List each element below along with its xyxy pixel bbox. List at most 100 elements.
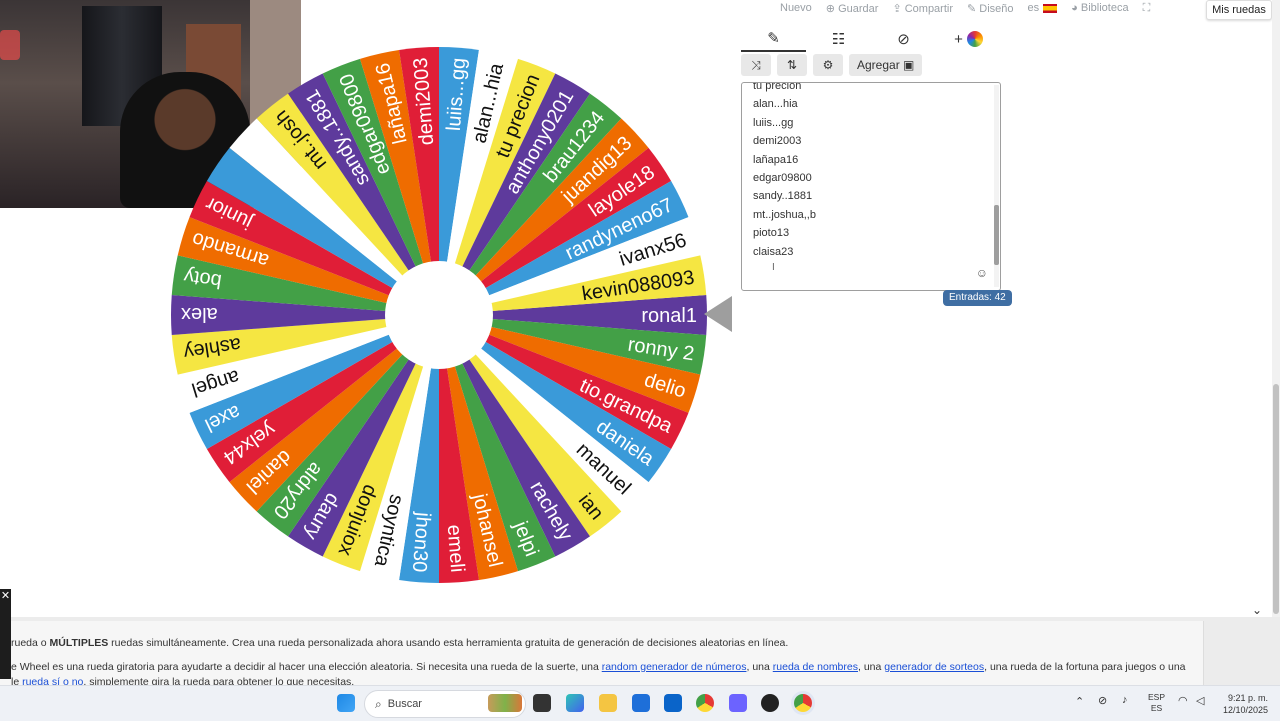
line1-rest: ruedas simultáneamente. Crea una rueda p…: [108, 637, 789, 649]
textarea-scrollbar[interactable]: [994, 85, 999, 287]
settings-button[interactable]: ⚙: [813, 54, 843, 76]
sort-button[interactable]: ⇅: [777, 54, 807, 76]
text-cursor-icon: I: [772, 262, 775, 273]
nav-share[interactable]: ⇪ Compartir: [892, 2, 953, 15]
sort-icon: ⇅: [786, 58, 798, 72]
nav-library[interactable]: ◕ Biblioteca: [1071, 2, 1128, 14]
nav-language[interactable]: es: [1028, 2, 1058, 14]
link-name-wheel[interactable]: rueda de nombres: [773, 661, 858, 673]
pencil-icon: ✎: [767, 30, 780, 47]
nav-library-label: Biblioteca: [1080, 2, 1129, 14]
top-nav: Nuevo ⊕ Guardar ⇪ Compartir ✎ Diseño es …: [780, 0, 1150, 16]
entry-line[interactable]: tu precion: [742, 83, 816, 95]
copilot-icon[interactable]: [566, 694, 584, 712]
tab-hide[interactable]: ⊘: [871, 26, 936, 52]
line1-prefix: rueda o: [11, 637, 50, 649]
description-card: rueda o MÚLTIPLES ruedas simultáneamente…: [0, 621, 1204, 688]
line1-bold: MÚLTIPLES: [49, 637, 109, 649]
textarea-scroll-thumb[interactable]: [994, 205, 999, 265]
entry-line[interactable]: luiis...gg: [742, 114, 816, 132]
clipboard-icon: ☷: [831, 31, 846, 48]
entries-list: tu precion alan...hia luiis...gg demi2003 la…: [742, 83, 816, 261]
close-icon: ✕: [0, 590, 11, 602]
description-section: rueda o MÚLTIPLES ruedas simultáneamente…: [0, 617, 1280, 688]
neon-light: [0, 30, 20, 60]
line2-a: e Wheel es una rueda giratoria para ayud…: [11, 661, 602, 673]
speaker-icon[interactable]: ◁: [1196, 694, 1204, 707]
lang-line2: ES: [1150, 703, 1163, 713]
tab-add-wheel[interactable]: +: [936, 26, 1001, 52]
nav-save-label: Guardar: [838, 2, 879, 15]
obs-icon[interactable]: [761, 694, 779, 712]
wheel-center[interactable]: [385, 261, 493, 369]
outlook-icon[interactable]: [664, 694, 682, 712]
color-wheel-icon: [966, 31, 983, 47]
wheel-segment-label: alex: [181, 303, 218, 325]
nav-new[interactable]: Nuevo: [780, 2, 812, 14]
link-number-generator[interactable]: random generador de números: [602, 661, 747, 673]
eye-slash-icon: ⊘: [897, 31, 910, 48]
entry-line[interactable]: alan...hia: [742, 95, 816, 113]
nav-save[interactable]: ⊕ Guardar: [826, 2, 879, 15]
task-view-icon[interactable]: [533, 694, 551, 712]
entries-textarea[interactable]: tu precion alan...hia luiis...gg demi2003 la…: [741, 82, 1001, 291]
entry-line[interactable]: sandy..1881: [742, 187, 816, 205]
description-line-1: rueda o MÚLTIPLES ruedas simultáneamente…: [11, 637, 788, 649]
network-off-icon[interactable]: ⊘: [1098, 694, 1107, 707]
search-placeholder: Buscar: [387, 698, 422, 710]
page-scroll-thumb[interactable]: [1273, 384, 1279, 614]
windows-taskbar: ⌕ Buscar ⌃ ⊘ ♪ ESP ES ◠ ◁ 9:21 p. m. 12/10/…: [0, 685, 1280, 721]
page-scrollbar[interactable]: [1272, 0, 1280, 620]
overlay-close-button[interactable]: ✕: [0, 589, 11, 679]
entries-count-badge: Entradas: 42: [943, 290, 1012, 306]
entry-line[interactable]: mt..joshua,,b: [742, 206, 816, 224]
nav-language-label: es: [1027, 2, 1040, 14]
nav-design[interactable]: ✎ Diseño: [967, 2, 1014, 15]
add-image-button[interactable]: Agregar ▣: [849, 54, 923, 76]
windows-start-icon[interactable]: [337, 694, 355, 712]
language-indicator[interactable]: ESP ES: [1148, 692, 1165, 714]
wheel-segment-label: emeli: [443, 524, 469, 573]
add-image-label: Agregar: [857, 58, 900, 72]
my-wheels-button[interactable]: Mis ruedas: [1206, 0, 1272, 20]
line2-c: , una: [858, 661, 885, 673]
plus-icon: +: [954, 30, 963, 48]
tab-results[interactable]: ☷: [806, 26, 871, 52]
spain-flag-icon: [1043, 3, 1058, 13]
clock-date: 12/10/2025: [1222, 705, 1268, 715]
tab-edit[interactable]: ✎: [741, 26, 806, 52]
search-icon: ⌕: [375, 696, 382, 711]
entry-line[interactable]: pioto13: [742, 224, 816, 242]
emoji-icon[interactable]: ☺: [976, 266, 988, 280]
editor-tabs: ✎ ☷ ⊘ +: [741, 26, 1001, 52]
chrome-icon[interactable]: [696, 694, 714, 712]
clock[interactable]: 9:21 p. m. 12/10/2025: [1223, 692, 1268, 716]
wheel-segment-label: ronal1: [641, 305, 697, 327]
nav-design-label: Diseño: [979, 2, 1014, 15]
shuffle-icon: ⤨: [751, 57, 761, 72]
shuffle-button[interactable]: ⤨: [741, 54, 771, 76]
entry-line[interactable]: claisa23: [742, 243, 816, 261]
gear-icon: ⚙: [822, 58, 834, 72]
fullscreen-icon[interactable]: ⛶: [1143, 2, 1151, 15]
description-line-2: e Wheel es una rueda giratoria para ayud…: [11, 661, 1186, 673]
wheel-svg[interactable]: ronal1ronny 2deliotio.grandpadanielamanu…: [169, 45, 709, 585]
chevron-down-icon[interactable]: ⌄: [1252, 603, 1262, 617]
app-icon[interactable]: [729, 694, 747, 712]
wifi-icon[interactable]: ◠: [1178, 694, 1188, 707]
chevron-up-icon[interactable]: ⌃: [1075, 695, 1084, 708]
wheel[interactable]: ronal1 ronny 2 delio tio.grandpa daniela manu…: [169, 45, 709, 585]
image-icon: ▣: [903, 58, 915, 72]
wheel-segment-label: jhon30: [408, 510, 435, 573]
wheel-pointer-icon: [704, 296, 732, 332]
clock-time: 9:21 p. m.: [1227, 693, 1268, 703]
microphone-icon[interactable]: ♪: [1122, 694, 1128, 706]
file-explorer-icon[interactable]: [599, 694, 617, 712]
entry-line[interactable]: demi2003: [742, 132, 816, 150]
entry-line[interactable]: edgar09800: [742, 169, 816, 187]
store-icon[interactable]: [632, 694, 650, 712]
link-raffle-generator[interactable]: generador de sorteos: [884, 661, 984, 673]
search-highlight-icon[interactable]: [488, 694, 522, 712]
chrome-active-icon[interactable]: [794, 694, 812, 712]
entry-line[interactable]: lañapa16: [742, 151, 816, 169]
